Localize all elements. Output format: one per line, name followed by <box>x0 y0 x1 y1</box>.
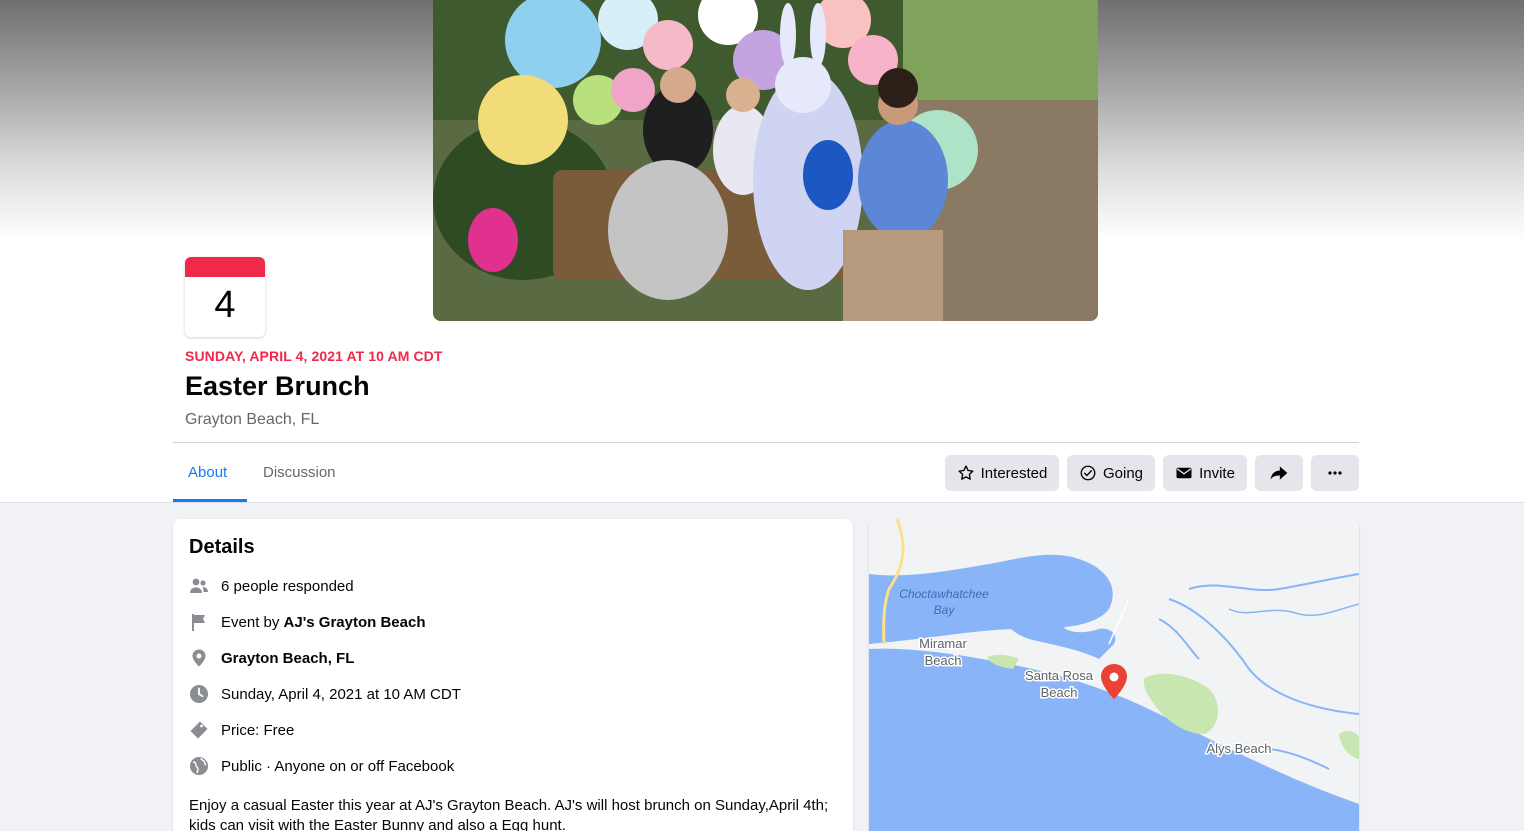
globe-icon <box>189 756 209 776</box>
ticket-icon <box>189 720 209 740</box>
flag-icon <box>189 612 209 632</box>
date-badge-day: 4 <box>214 284 236 326</box>
details-card: Details 6 people responded Event by AJ's… <box>173 519 853 831</box>
map-label-santarosa-2: Beach <box>1041 685 1078 700</box>
location-pin-icon <box>189 648 209 668</box>
invite-button[interactable]: Invite <box>1163 455 1247 491</box>
datetime-text: Sunday, April 4, 2021 at 10 AM CDT <box>221 685 461 703</box>
map-label-santarosa-1: Santa Rosa <box>1025 668 1094 683</box>
event-date: SUNDAY, APRIL 4, 2021 AT 10 AM CDT <box>185 348 443 364</box>
price-text: Price: Free <box>221 721 295 739</box>
more-icon <box>1328 471 1342 475</box>
interested-button[interactable]: Interested <box>945 455 1059 491</box>
location-map[interactable]: Choctawhatchee Bay Miramar Beach Santa R… <box>869 519 1359 831</box>
share-arrow-icon <box>1270 466 1288 480</box>
more-button[interactable] <box>1311 455 1359 491</box>
cover-photo[interactable] <box>433 0 1098 321</box>
event-location[interactable]: Grayton Beach, FL <box>185 411 319 429</box>
privacy-text: Public · Anyone on or off Facebook <box>221 757 455 775</box>
details-heading: Details <box>189 536 255 558</box>
event-description: Enjoy a casual Easter this year at AJ's … <box>189 797 829 831</box>
event-header: 4 SUNDAY, APRIL 4, 2021 AT 10 AM CDT Eas… <box>0 0 1524 503</box>
tab-discussion[interactable]: Discussion <box>248 456 351 502</box>
map-label-miramar-2: Beach <box>925 653 962 668</box>
map-label-bay-2: Bay <box>934 603 956 617</box>
header-divider <box>173 442 1359 443</box>
datetime-row: Sunday, April 4, 2021 at 10 AM CDT <box>189 682 461 706</box>
date-badge: 4 <box>185 257 265 337</box>
date-badge-strip <box>185 257 265 277</box>
price-row: Price: Free <box>189 718 294 742</box>
privacy-row: Public · Anyone on or off Facebook <box>189 754 454 778</box>
host-link[interactable]: AJ's Grayton Beach <box>284 614 426 631</box>
clock-icon <box>189 684 209 704</box>
invite-label: Invite <box>1199 464 1235 482</box>
map-label-alys: Alys Beach <box>1206 741 1271 756</box>
responded-text: 6 people responded <box>221 577 354 595</box>
tab-about[interactable]: About <box>173 456 247 502</box>
host-row: Event by AJ's Grayton Beach <box>189 610 426 634</box>
interested-label: Interested <box>980 464 1048 482</box>
people-icon <box>189 576 209 596</box>
share-button[interactable] <box>1255 455 1303 491</box>
map-label-bay-1: Choctawhatchee <box>899 587 989 601</box>
envelope-icon <box>1176 467 1192 479</box>
event-title: Easter Brunch <box>185 371 370 401</box>
going-button[interactable]: Going <box>1067 455 1155 491</box>
check-circle-icon <box>1080 465 1096 481</box>
going-label: Going <box>1102 464 1144 482</box>
map-label-miramar-1: Miramar <box>919 636 967 651</box>
place-text: Grayton Beach, FL <box>221 649 355 667</box>
host-prefix: Event by <box>221 613 284 631</box>
place-row[interactable]: Grayton Beach, FL <box>189 646 354 670</box>
responded-row[interactable]: 6 people responded <box>189 574 354 598</box>
star-icon <box>958 465 974 480</box>
